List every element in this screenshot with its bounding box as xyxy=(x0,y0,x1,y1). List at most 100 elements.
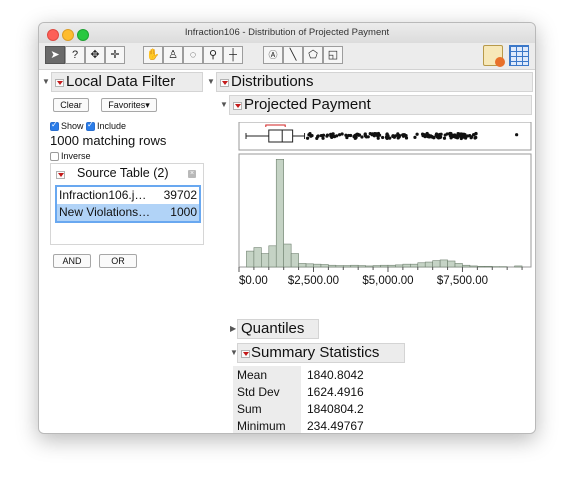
outlier-point xyxy=(472,133,476,137)
or-button[interactable]: OR xyxy=(99,254,137,268)
outlier-point xyxy=(413,135,417,140)
clear-button[interactable]: Clear xyxy=(53,98,89,112)
magnifier-icon[interactable]: ⚲ xyxy=(203,46,223,64)
journal-icon[interactable] xyxy=(483,45,505,67)
outlier-point xyxy=(402,133,407,137)
outlier-point xyxy=(319,133,323,138)
stats-row: Minimum 234.49767 xyxy=(233,417,368,433)
projected-payment-header: Projected Payment xyxy=(229,95,532,115)
selection-icon[interactable]: ┼ xyxy=(223,46,243,64)
summary-title: Summary Statistics xyxy=(251,344,380,361)
histogram-bar xyxy=(290,253,299,268)
histogram-bar xyxy=(365,265,374,268)
outlier-point xyxy=(464,134,468,138)
x-axis-label: $5,000.00 xyxy=(362,275,413,287)
histogram-bar xyxy=(477,265,486,268)
histogram-bar xyxy=(320,264,329,268)
histogram-bar xyxy=(372,265,381,268)
source-table-title: Source Table (2) xyxy=(77,166,169,180)
outlier-point xyxy=(432,135,436,140)
quantiles-disclosure-icon[interactable]: ▶ xyxy=(230,324,236,333)
outlier-point xyxy=(310,133,314,138)
filter-title: Local Data Filter xyxy=(66,73,176,90)
histogram-bar xyxy=(402,263,411,268)
quantiles-header[interactable]: Quantiles xyxy=(237,319,319,339)
histogram-bar xyxy=(469,265,478,268)
stat-value: 1624.4916 xyxy=(307,384,364,399)
outlier-point xyxy=(448,131,452,136)
outlier-point xyxy=(474,135,478,140)
stat-value: 1840.8042 xyxy=(307,367,364,382)
line-icon[interactable]: ╲ xyxy=(283,46,303,64)
outlier-point xyxy=(352,135,356,139)
outlier-point xyxy=(396,133,400,137)
histogram-bar xyxy=(462,264,471,268)
stat-label: Minimum xyxy=(233,417,301,433)
stats-row: Mean 1840.8042 xyxy=(233,366,368,383)
polygon-icon[interactable]: ⬠ xyxy=(303,46,323,64)
summary-statistics-table: Mean 1840.8042 Std Dev 1624.4916 Sum 1840804.… xyxy=(233,366,368,433)
crosshair-icon[interactable]: ✛ xyxy=(105,46,125,64)
histogram-bar xyxy=(484,265,493,268)
variable-disclosure-icon[interactable]: ▼ xyxy=(220,100,228,109)
outlier-point xyxy=(331,132,335,136)
box-iqr xyxy=(268,129,294,143)
variable-title: Projected Payment xyxy=(244,96,371,113)
scroller-icon[interactable]: ✥ xyxy=(85,46,105,64)
outlier-point xyxy=(344,133,348,137)
arrow-icon[interactable]: ➤ xyxy=(45,46,65,64)
outlier-point xyxy=(385,133,389,137)
histogram-bar xyxy=(387,264,396,268)
help-icon[interactable]: ? xyxy=(65,46,85,64)
window-title: Infraction106 - Distribution of Projecte… xyxy=(184,27,390,38)
stat-value: 234.49767 xyxy=(307,418,364,433)
include-checkbox[interactable] xyxy=(86,120,95,131)
outlier-point xyxy=(325,133,330,137)
x-axis-label: $0.00 xyxy=(239,275,268,287)
distribution-chart[interactable]: $0.00 $2,500.00 $5,000.00 $7,500.00 xyxy=(237,122,533,294)
summary-statistics-header: Summary Statistics xyxy=(237,343,405,363)
histogram-bar xyxy=(395,264,404,268)
grabber-icon[interactable]: ✋ xyxy=(143,46,163,64)
outlier-point xyxy=(439,135,443,139)
and-button[interactable]: AND xyxy=(53,254,91,268)
outlier-point xyxy=(376,136,380,140)
outlier-point xyxy=(340,132,344,136)
x-axis-label: $7,500.00 xyxy=(437,275,488,287)
projected-payment-menu-icon[interactable] xyxy=(233,102,242,110)
distributions-menu-icon[interactable] xyxy=(220,79,229,87)
summary-menu-icon[interactable] xyxy=(241,350,250,358)
outlier-point xyxy=(388,136,392,140)
distributions-disclosure-icon[interactable]: ▼ xyxy=(207,77,215,86)
outlier-point xyxy=(515,133,519,137)
filter-menu-icon[interactable] xyxy=(55,79,64,87)
histogram-bar xyxy=(342,265,352,268)
data-table-icon[interactable] xyxy=(509,45,529,66)
outlier-point xyxy=(307,133,311,137)
annotate-icon[interactable]: Ⓐ xyxy=(263,46,283,64)
brush-icon[interactable]: ◌ xyxy=(183,46,203,64)
stat-label: Sum xyxy=(233,400,301,417)
app-window: Infraction106 - Distribution of Projecte… xyxy=(38,22,536,434)
toolbar: ➤ ? ✥ ✛ ✋ ♙ ◌ ⚲ ┼ Ⓐ ╲ ⬠ ◱ xyxy=(39,43,535,70)
source-row-new-violations[interactable]: New Violations… 1000 xyxy=(57,204,199,221)
source-table-panel: Source Table (2) × Infraction106.j… 3970… xyxy=(50,163,204,245)
filter-disclosure-icon[interactable]: ▼ xyxy=(42,77,50,86)
outlier-point xyxy=(347,133,351,138)
inverse-label: Inverse xyxy=(61,151,91,161)
source-row-infraction[interactable]: Infraction106.j… 39702 xyxy=(57,187,199,204)
lasso-icon[interactable]: ♙ xyxy=(163,46,183,64)
outlier-point xyxy=(442,136,447,140)
stat-value: 1840804.2 xyxy=(307,401,364,416)
favorites-button[interactable]: Favorites▾ xyxy=(101,98,157,112)
source-table-close-icon[interactable]: × xyxy=(188,170,196,178)
inverse-checkbox[interactable] xyxy=(50,152,59,161)
outlier-point xyxy=(360,135,364,139)
histogram-bar xyxy=(447,260,456,268)
source-table-list: Infraction106.j… 39702 New Violations… 1… xyxy=(55,185,201,223)
simple-shape-icon[interactable]: ◱ xyxy=(323,46,343,64)
show-checkbox[interactable] xyxy=(50,120,59,131)
outlier-point xyxy=(364,135,369,139)
source-table-menu-icon[interactable] xyxy=(56,171,65,179)
outlier-point xyxy=(373,132,377,136)
